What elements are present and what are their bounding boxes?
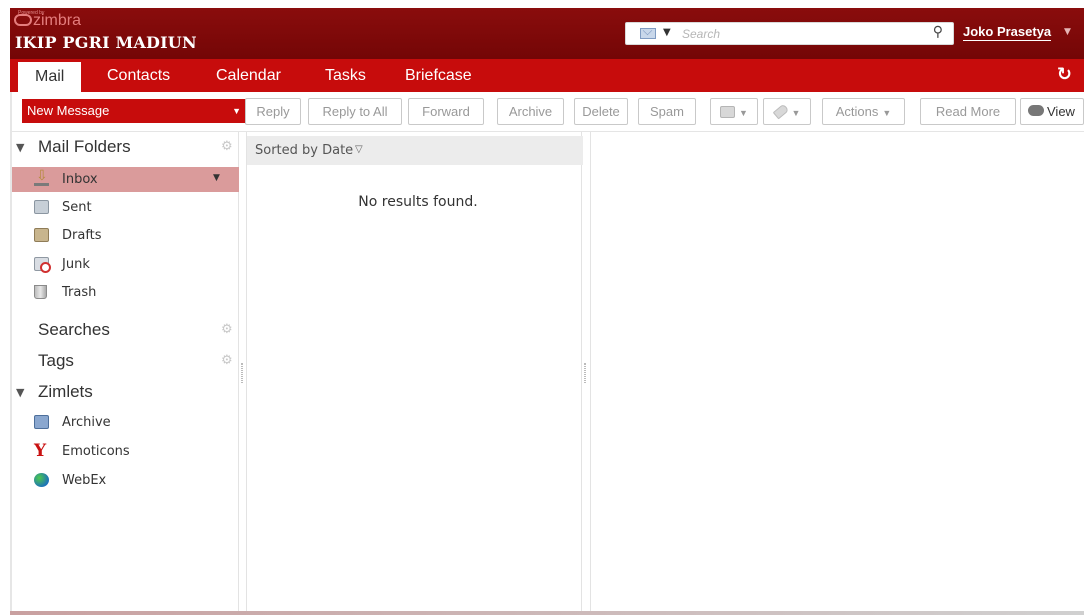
forward-button[interactable]: Forward (408, 98, 484, 125)
zimbra-logo[interactable]: zimbra (14, 13, 81, 29)
refresh-icon[interactable]: ↻ (1057, 64, 1072, 85)
zimbra-brand-text: zimbra (33, 12, 82, 29)
yahoo-emoticons-icon: Y (34, 441, 47, 461)
reply-all-button[interactable]: Reply to All (308, 98, 402, 125)
zimlet-item-webex[interactable]: WebEx (10, 468, 239, 493)
zimlet-label: Emoticons (62, 444, 130, 459)
folder-item-sent[interactable]: Sent (10, 195, 239, 220)
mail-folders-collapse-icon[interactable]: ▼ (16, 141, 24, 154)
zimlet-item-emoticons[interactable]: Y Emoticons (10, 439, 239, 464)
folder-label: Inbox (62, 172, 98, 187)
folder-label: Drafts (62, 228, 102, 243)
tags-header[interactable]: Tags (38, 351, 74, 371)
new-message-dropdown-icon[interactable]: ▼ (232, 99, 241, 123)
archive-button[interactable]: Archive (497, 98, 564, 125)
folder-tree-panel: ▼ Mail Folders ⚙ Inbox ▼ Sent Drafts Jun… (10, 132, 239, 615)
zimlet-item-archive[interactable]: Archive (10, 410, 239, 435)
zimlets-header[interactable]: Zimlets (38, 382, 93, 402)
drafts-icon (34, 228, 49, 242)
speech-bubble-icon (1028, 105, 1044, 116)
actions-button[interactable]: Actions ▼ (822, 98, 905, 125)
zimbra-logo-icon (14, 14, 32, 26)
search-type-dropdown-icon[interactable]: ▼ (663, 27, 671, 38)
user-menu-name[interactable]: Joko Prasetya (963, 24, 1052, 41)
sort-direction-icon: ▽ (355, 144, 363, 155)
new-message-label: New Message (27, 103, 110, 118)
tab-contacts[interactable]: Contacts (107, 59, 170, 92)
actions-label: Actions (835, 104, 879, 119)
junk-icon (34, 257, 51, 273)
mail-folders-gear-icon[interactable]: ⚙ (221, 139, 233, 154)
spam-button[interactable]: Spam (638, 98, 696, 125)
sort-header[interactable]: Sorted by Date ▽ (247, 136, 583, 165)
tab-mail[interactable]: Mail (18, 62, 82, 92)
mail-folders-header[interactable]: Mail Folders (38, 137, 131, 157)
empty-list-message: No results found. (358, 194, 478, 210)
search-box[interactable]: ▼ ⚲ (625, 22, 954, 45)
searches-gear-icon[interactable]: ⚙ (221, 322, 233, 337)
tag-icon (772, 103, 789, 120)
reading-pane (590, 132, 1084, 615)
message-list-panel: Sorted by Date ▽ No results found. (246, 132, 583, 615)
zimbra-mail-app: Powered by zimbra IKIP PGRI MADIUN ▼ ⚲ J… (0, 0, 1084, 615)
webex-globe-icon (34, 473, 49, 487)
folder-item-junk[interactable]: Junk (10, 252, 239, 277)
searches-header[interactable]: Searches (38, 320, 110, 340)
tag-dropdown-icon: ▼ (791, 108, 801, 118)
view-label: View (1047, 104, 1075, 119)
delete-button[interactable]: Delete (574, 98, 628, 125)
inbox-dropdown-icon[interactable]: ▼ (213, 173, 220, 183)
tab-briefcase[interactable]: Briefcase (405, 59, 472, 92)
zimlets-collapse-icon[interactable]: ▼ (16, 386, 24, 399)
reply-button[interactable]: Reply (245, 98, 301, 125)
zimlet-label: WebEx (62, 473, 107, 488)
tab-calendar[interactable]: Calendar (216, 59, 281, 92)
tab-tasks[interactable]: Tasks (325, 59, 366, 92)
mail-toolbar: New Message ▼ Reply Reply to All Forward… (10, 92, 1084, 132)
inbox-icon (34, 168, 49, 186)
tag-button[interactable]: ▼ (763, 98, 811, 125)
sort-label: Sorted by Date (255, 143, 354, 158)
tags-gear-icon[interactable]: ⚙ (221, 353, 233, 368)
folder-item-drafts[interactable]: Drafts (10, 223, 239, 248)
folder-label: Sent (62, 200, 92, 215)
archive-icon (34, 415, 49, 429)
top-header: Powered by zimbra IKIP PGRI MADIUN ▼ ⚲ J… (10, 8, 1084, 59)
folder-item-inbox[interactable]: Inbox ▼ (10, 167, 239, 192)
left-border (10, 92, 12, 615)
mail-search-type-icon[interactable] (640, 28, 656, 39)
list-resize-handle[interactable] (584, 363, 586, 383)
zimlet-label: Archive (62, 415, 111, 430)
sidebar-resize-handle[interactable] (241, 363, 243, 383)
folder-label: Trash (62, 285, 97, 300)
view-button[interactable]: View (1020, 98, 1084, 125)
bottom-border (10, 611, 1084, 615)
app-tab-bar: Mail Contacts Calendar Tasks Briefcase ↻ (10, 59, 1084, 92)
print-button[interactable]: ▼ (710, 98, 758, 125)
search-icon[interactable]: ⚲ (933, 24, 943, 40)
sent-icon (34, 200, 49, 214)
printer-icon (720, 106, 736, 118)
actions-dropdown-icon: ▼ (882, 108, 892, 118)
print-dropdown-icon: ▼ (739, 108, 748, 118)
user-menu-caret-icon[interactable]: ▼ (1064, 27, 1071, 37)
folder-label: Junk (62, 257, 90, 272)
trash-icon (34, 285, 47, 299)
new-message-button[interactable]: New Message ▼ (22, 99, 247, 123)
search-input[interactable] (682, 25, 902, 42)
folder-item-trash[interactable]: Trash (10, 280, 239, 305)
read-more-button[interactable]: Read More (920, 98, 1016, 125)
organization-title: IKIP PGRI MADIUN (15, 33, 197, 52)
